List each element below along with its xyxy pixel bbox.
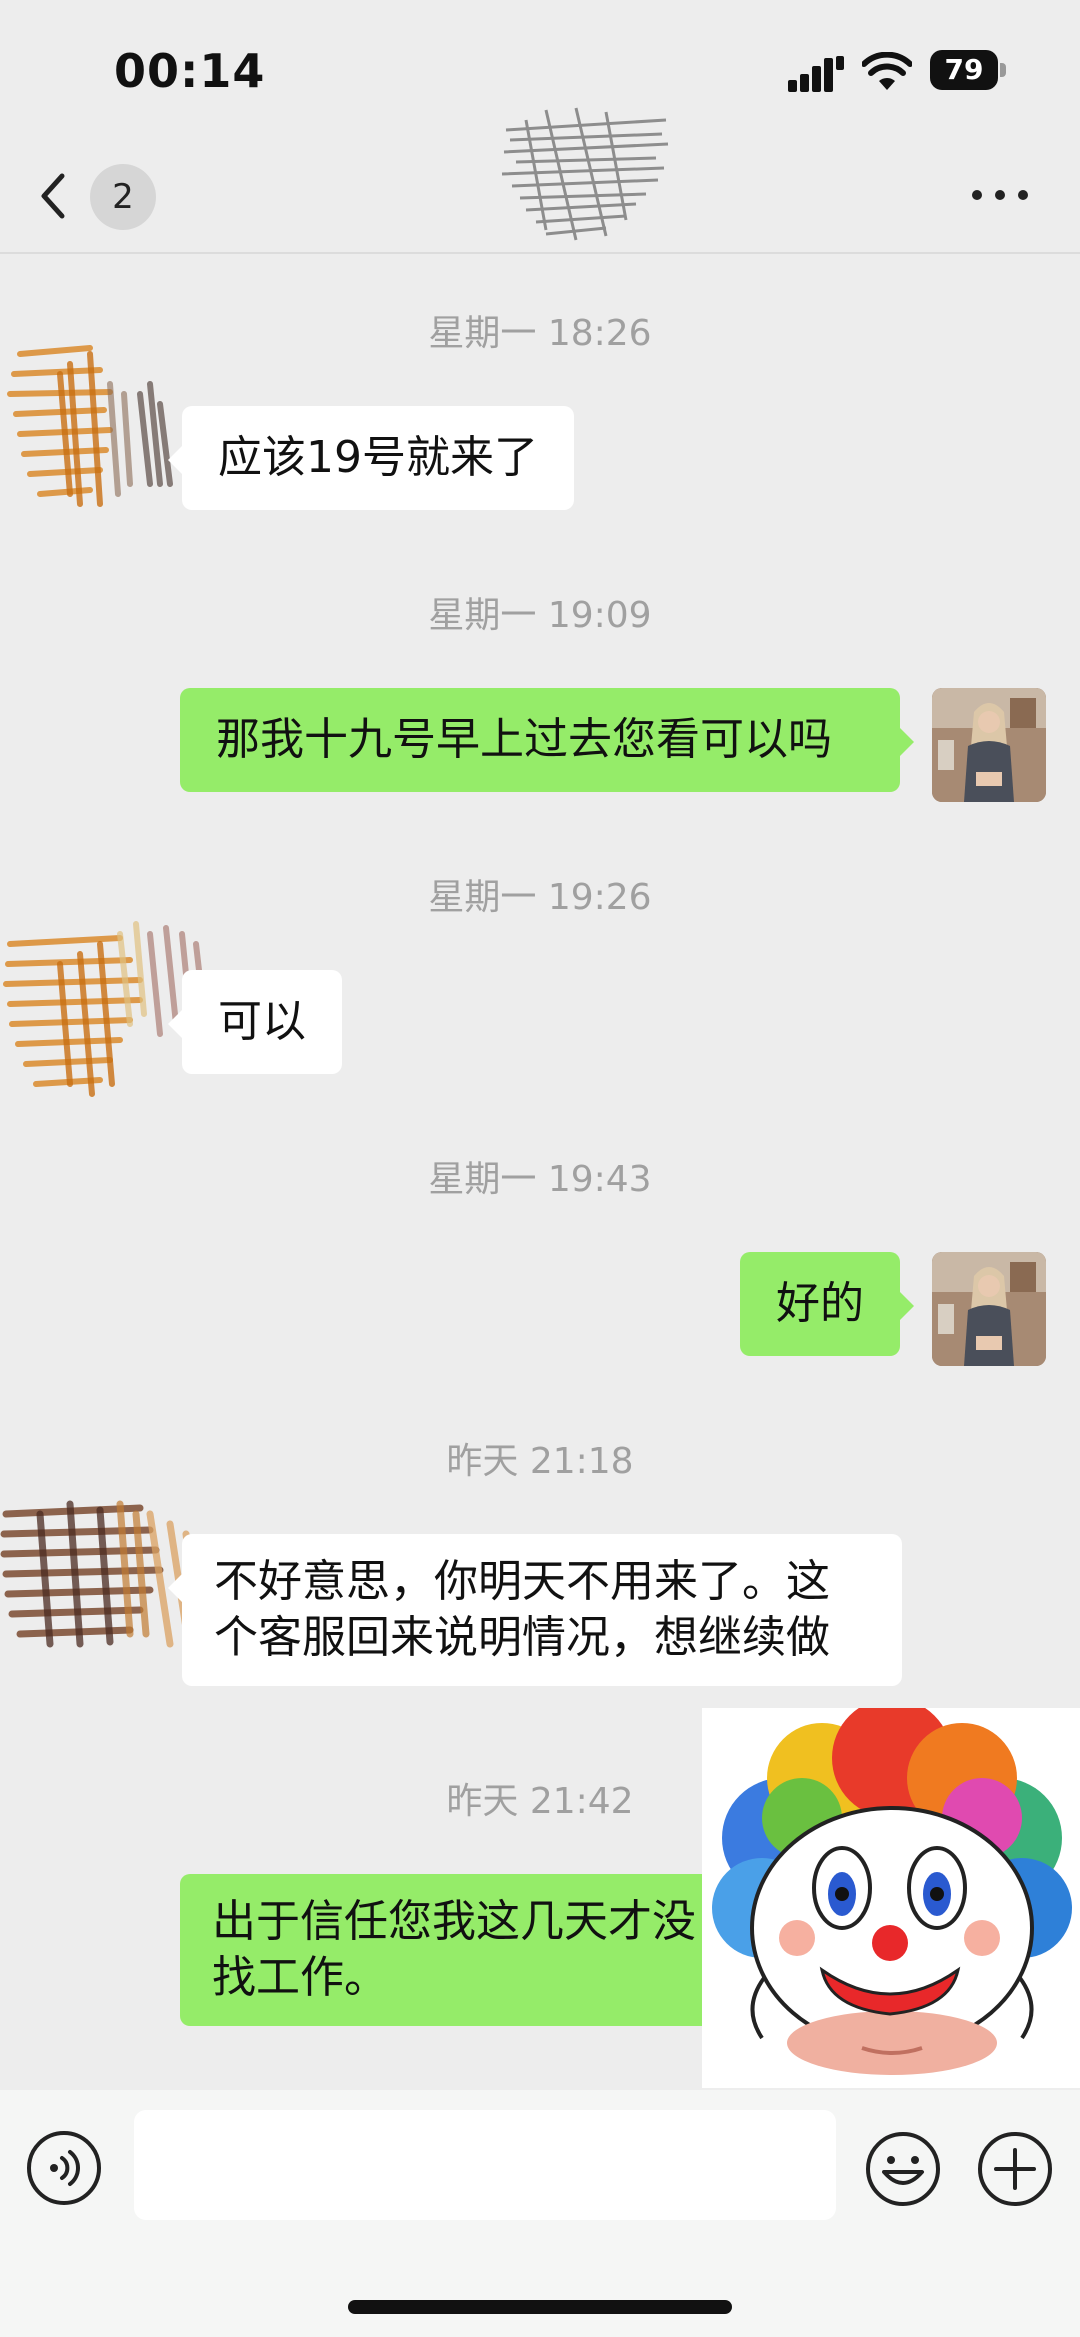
emoji-icon[interactable] [864, 2130, 942, 2208]
wifi-icon [862, 52, 912, 90]
plus-icon[interactable] [976, 2130, 1054, 2208]
chevron-left-icon [41, 173, 65, 219]
message-timestamp: 星期一 19:43 [428, 1159, 652, 1200]
chat-header: 2 [0, 107, 1080, 254]
message-input[interactable] [134, 2110, 836, 2220]
message-timestamp: 星期一 19:26 [428, 877, 652, 918]
message-input-bar [0, 2090, 1080, 2337]
cellular-signal-icon [788, 56, 844, 92]
more-options-button[interactable] [968, 176, 1032, 216]
battery-level: 79 [930, 50, 998, 90]
redacted-avatar [7, 345, 173, 507]
outgoing-message-bubble[interactable]: 好的 [740, 1252, 914, 1356]
message-line: 个客服回来说明情况，想继续做 [214, 1612, 830, 1663]
incoming-message-bubble[interactable]: 应该19号就来了 [168, 406, 574, 510]
my-avatar[interactable] [932, 1252, 1046, 1366]
outgoing-message-bubble[interactable]: 那我十九号早上过去您看可以吗 [180, 688, 914, 792]
home-indicator [348, 2300, 732, 2314]
unread-count-badge: 2 [90, 164, 156, 230]
message-line: 不好意思，你明天不用来了。这 [214, 1556, 830, 1607]
battery-icon: 79 [930, 50, 1006, 90]
my-avatar[interactable] [932, 688, 1046, 802]
voice-input-icon[interactable] [26, 2130, 102, 2206]
incoming-message-bubble[interactable]: 不好意思，你明天不用来了。这 个客服回来说明情况，想继续做 [168, 1534, 902, 1686]
incoming-message-bubble[interactable]: 可以 [168, 970, 342, 1074]
clown-sticker [702, 1708, 1080, 2088]
redacted-contact-name [501, 107, 669, 241]
message-timestamp: 星期一 19:09 [428, 595, 652, 636]
status-time: 00:14 [114, 44, 266, 98]
back-button[interactable]: 2 [36, 162, 166, 230]
